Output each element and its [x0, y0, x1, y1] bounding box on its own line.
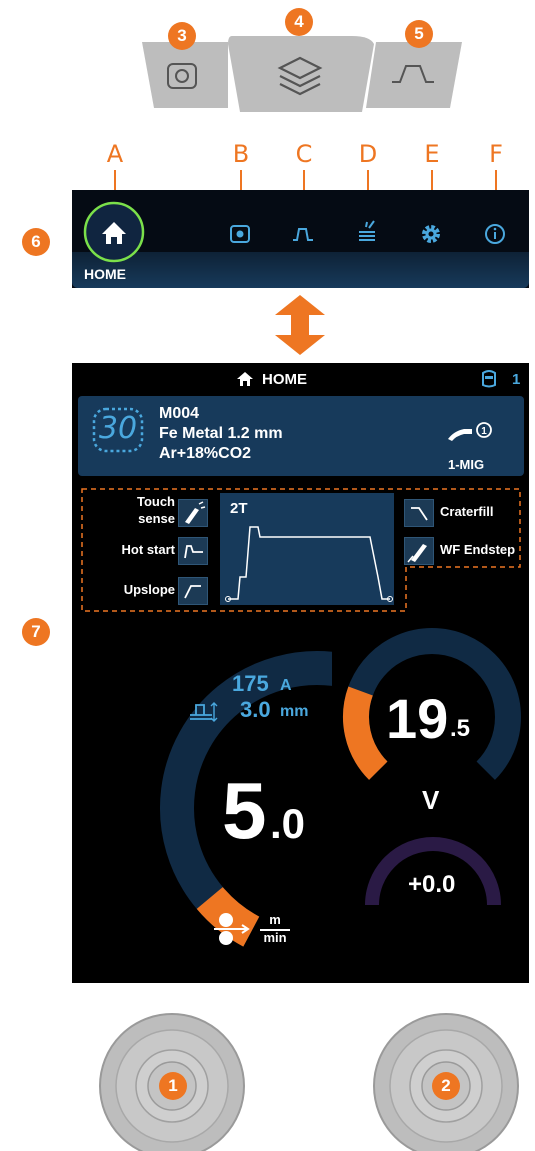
navigation-bar: HOME	[72, 190, 529, 288]
info-icon[interactable]	[483, 222, 507, 246]
nav-letter-e: E	[424, 140, 440, 168]
menu-button[interactable]	[228, 36, 374, 112]
svg-text:1: 1	[481, 426, 487, 437]
wire-feed-speed-decimal: .0	[270, 800, 306, 847]
upslope-icon	[184, 585, 201, 599]
nav-letter-f: F	[489, 140, 503, 168]
home-icon	[237, 372, 253, 386]
callout-7: 7	[22, 618, 50, 646]
welding-log-nav-icon[interactable]	[355, 218, 379, 242]
voltage-trim-value: +0.0	[408, 871, 456, 898]
welding-curve-graph	[225, 526, 393, 602]
callout-5: 5	[405, 20, 433, 48]
touch-sense-button[interactable]	[178, 499, 208, 527]
wf-endstep-label: WF Endstep	[440, 542, 516, 557]
callout-3: 3	[168, 22, 196, 50]
callout-4: 4	[285, 8, 313, 36]
wire-feed-speed-integer: 5	[222, 766, 267, 855]
craterfill-icon	[411, 507, 428, 521]
touch-sense-icon	[185, 501, 206, 524]
program-name: M004	[159, 405, 200, 422]
voltage-decimal: .5	[450, 715, 471, 742]
current-unit: A	[280, 677, 292, 694]
nav-letter-c: C	[295, 140, 313, 168]
screen-title: HOME	[262, 371, 307, 388]
nav-letter-a: A	[106, 140, 124, 168]
home-nav-button[interactable]	[82, 200, 146, 264]
wfs-unit-numerator: m	[269, 912, 281, 927]
memory-nav-icon[interactable]	[228, 222, 252, 246]
welding-process: 1-MIG	[448, 457, 485, 472]
touch-sense-label-2: sense	[138, 511, 175, 526]
hot-start-icon	[184, 545, 203, 559]
hot-start-label: Hot start	[121, 542, 175, 557]
leader-line	[495, 170, 497, 192]
craterfill-label: Craterfill	[440, 504, 494, 519]
callout-1: 1	[159, 1072, 187, 1100]
upslope-button[interactable]	[178, 577, 208, 605]
welding-curve-button[interactable]	[366, 42, 462, 108]
home-screen: HOME 1 30 M004 Fe Metal 1.2 mm Ar+18%CO2…	[72, 363, 529, 983]
mig-torch-icon: 1	[448, 422, 492, 441]
nav-letter-d: D	[358, 140, 378, 168]
leader-line	[367, 170, 369, 192]
shielding-gas: Ar+18%CO2	[159, 445, 252, 462]
wf-endstep-button[interactable]	[404, 537, 434, 565]
touch-sense-label-1: Touch	[136, 494, 175, 509]
helmet-counter: 1	[512, 371, 521, 388]
memory-channel-number: 30	[98, 411, 138, 446]
upslope-label: Upslope	[123, 582, 175, 597]
wire-feed-rollers-icon	[214, 913, 250, 945]
memory-button[interactable]	[142, 42, 228, 108]
wire-material: Fe Metal 1.2 mm	[159, 425, 283, 442]
leader-line	[240, 170, 242, 192]
leader-line	[431, 170, 433, 192]
callout-2: 2	[432, 1072, 460, 1100]
voltage-integer: 19	[386, 687, 449, 750]
leader-line	[303, 170, 305, 192]
thickness-unit: mm	[280, 703, 309, 720]
double-arrow-icon	[275, 295, 325, 355]
thickness-value: 3.0	[240, 697, 271, 722]
voltage-gauge-fill	[343, 686, 388, 780]
wfs-unit-denominator: min	[263, 930, 287, 945]
voltage-unit: V	[422, 785, 440, 815]
nav-letter-b: B	[232, 140, 250, 168]
gear-icon[interactable]	[419, 222, 443, 246]
material-thickness-icon	[190, 702, 218, 722]
craterfill-button[interactable]	[404, 499, 434, 527]
leader-line	[114, 170, 116, 192]
welding-curve-nav-icon[interactable]	[291, 222, 315, 246]
current-value: 175	[232, 671, 269, 696]
callout-6: 6	[22, 228, 50, 256]
nav-active-label: HOME	[84, 266, 126, 282]
welding-helmet-icon	[482, 370, 496, 388]
wire-feed-speed-gauge[interactable]	[72, 613, 332, 953]
wf-endstep-icon	[407, 544, 427, 563]
hot-start-button[interactable]	[178, 537, 208, 565]
